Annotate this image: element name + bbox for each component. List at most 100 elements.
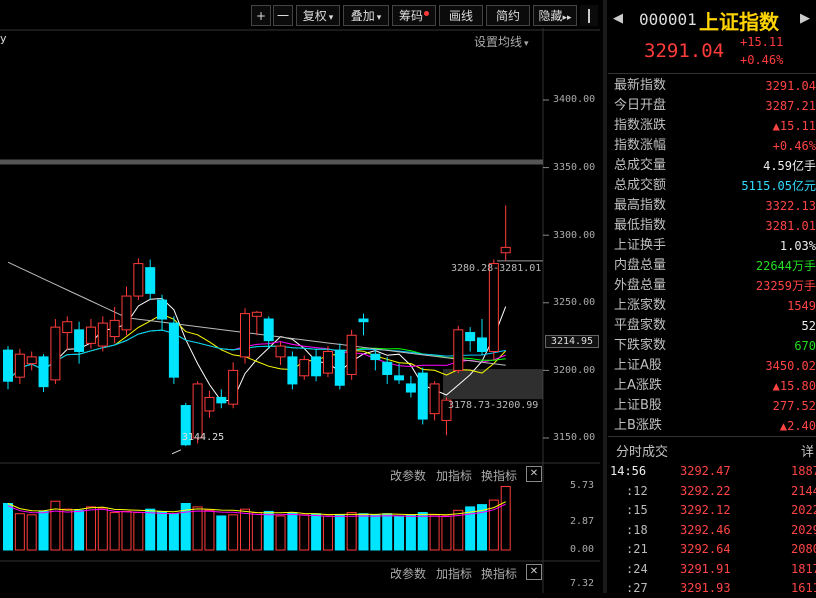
stock-name: 上证指数 [699, 10, 779, 34]
trade-row: :18 3292.46 202929 [608, 521, 816, 540]
price-range-box [443, 369, 543, 400]
volume-bar [382, 513, 393, 551]
stat-row: 最新指数 3291.04 [614, 76, 816, 96]
quote-price: 3291.04 [644, 40, 725, 62]
candle-body [97, 322, 108, 347]
volume-bar [204, 509, 215, 551]
trade-time: :12 [626, 483, 648, 498]
diejia-label: 叠加 [350, 9, 375, 23]
trade-volume: 202277 [791, 503, 816, 517]
stat-label: 总成交额 [614, 178, 667, 193]
chouma-button[interactable]: 筹码 [392, 5, 436, 26]
volume-bar [311, 513, 322, 551]
jianyue-button[interactable]: 简约 [486, 5, 530, 26]
y-tick: 3200.00 [553, 365, 596, 376]
quote-divider [608, 73, 816, 74]
volume-bar [62, 508, 73, 551]
trades-detail-button[interactable]: 详 [801, 441, 814, 460]
trade-time: :18 [626, 522, 648, 537]
candle-body [370, 353, 381, 361]
vol-y-tick: 0.00 [570, 544, 595, 555]
trade-volume: 202929 [791, 522, 816, 537]
trade-price: 3291.93 [680, 581, 731, 595]
ind2-close-icon[interactable]: ✕ [526, 564, 542, 580]
volume-bar [240, 508, 250, 551]
stat-value: 1.03% [779, 239, 816, 253]
volume-bar [441, 515, 452, 551]
stat-value: 5115.05亿元 [741, 179, 816, 193]
ma-settings-dropdown[interactable]: 设置均线 ▾ [474, 33, 529, 50]
vol-add-indicator-button[interactable]: 加指标 [436, 467, 472, 484]
chevron-down-icon: ▾ [328, 13, 334, 23]
chevron-down-icon: ▾ [524, 39, 529, 49]
ind2-switch-indicator-button[interactable]: 换指标 [481, 565, 517, 582]
volume-bar [216, 515, 227, 551]
y-tick: 3300.00 [553, 230, 596, 241]
panel-toggle-button[interactable] [580, 5, 598, 26]
stat-value: 670 [794, 339, 816, 353]
trade-row: :12 3292.22 214433 [608, 482, 816, 501]
stat-label: 指数涨跌 [614, 118, 667, 133]
candle-body [74, 329, 85, 352]
yincang-button[interactable]: 隐藏▸▸ [533, 5, 577, 26]
trade-price: 3292.64 [680, 542, 731, 556]
next-stock-arrow-icon[interactable]: ▶ [800, 11, 810, 26]
ind2-add-indicator-button[interactable]: 加指标 [436, 565, 472, 582]
candle-body [204, 396, 215, 412]
ind2-change-params-button[interactable]: 改参数 [390, 565, 426, 582]
prev-stock-arrow-icon[interactable]: ◀ [613, 11, 623, 26]
volume-bar [121, 510, 132, 551]
candle-body [275, 345, 286, 358]
vol-change-params-button[interactable]: 改参数 [390, 467, 426, 484]
zoom-out-button[interactable]: 一 [273, 5, 293, 26]
huaxian-button[interactable]: 画线 [439, 5, 483, 26]
volume-bar [263, 510, 274, 551]
candle-body [50, 326, 61, 381]
candle-body [334, 349, 345, 386]
volume-bar [26, 514, 37, 551]
candle-body [133, 263, 144, 297]
candle-body [299, 359, 310, 377]
volume-bar [3, 502, 13, 551]
current-price-tag: 3214.95 [545, 335, 599, 348]
candle-body [465, 332, 476, 342]
volume-bar [145, 508, 156, 551]
trade-row: 14:56 3292.47 188758 [608, 462, 816, 481]
stat-row: 今日开盘 3287.21 [614, 96, 816, 116]
trade-time: :27 [626, 581, 648, 595]
candle-body [62, 321, 73, 334]
candle-body [382, 361, 393, 375]
volume-bar [157, 510, 168, 551]
volume-bar [370, 514, 381, 551]
zoom-in-button[interactable]: + [251, 5, 271, 26]
stat-label: 总成交量 [614, 158, 667, 173]
stat-value: 3322.13 [765, 199, 816, 213]
volume-bar [299, 514, 310, 551]
diejia-dropdown[interactable]: 叠加 ▾ [343, 5, 389, 26]
stat-row: 指数涨幅 +0.46% [614, 136, 816, 156]
stat-label: 上证换手 [614, 238, 667, 253]
candle-body [109, 319, 120, 338]
volume-bar [109, 512, 120, 551]
double-chevron-right-icon: ▸▸ [562, 13, 572, 23]
trade-row: :24 3291.91 181775 [608, 560, 816, 579]
candle-body [168, 322, 179, 378]
stat-row: 上A涨跌 ▲15.80 [614, 376, 816, 396]
vol-switch-indicator-button[interactable]: 换指标 [481, 467, 517, 484]
stat-row: 内盘总量 22644万手 [614, 256, 816, 276]
vol-close-icon[interactable]: ✕ [526, 466, 542, 482]
stat-label: 平盘家数 [614, 318, 667, 333]
stat-value: 52 [801, 319, 816, 333]
volume-bar [358, 513, 369, 551]
candle-body [228, 369, 239, 405]
fuquan-dropdown[interactable]: 复权 ▾ [296, 5, 340, 26]
low-point-arrow [171, 449, 182, 455]
candle-body [38, 356, 49, 388]
kline-chart[interactable] [0, 28, 600, 593]
candle-body [251, 311, 262, 317]
volume-bar [14, 513, 25, 551]
volume-bar [228, 514, 239, 551]
candle-body [145, 267, 156, 294]
stat-row: 平盘家数 52 [614, 316, 816, 336]
stat-row: 指数涨跌 ▲15.11 [614, 116, 816, 136]
